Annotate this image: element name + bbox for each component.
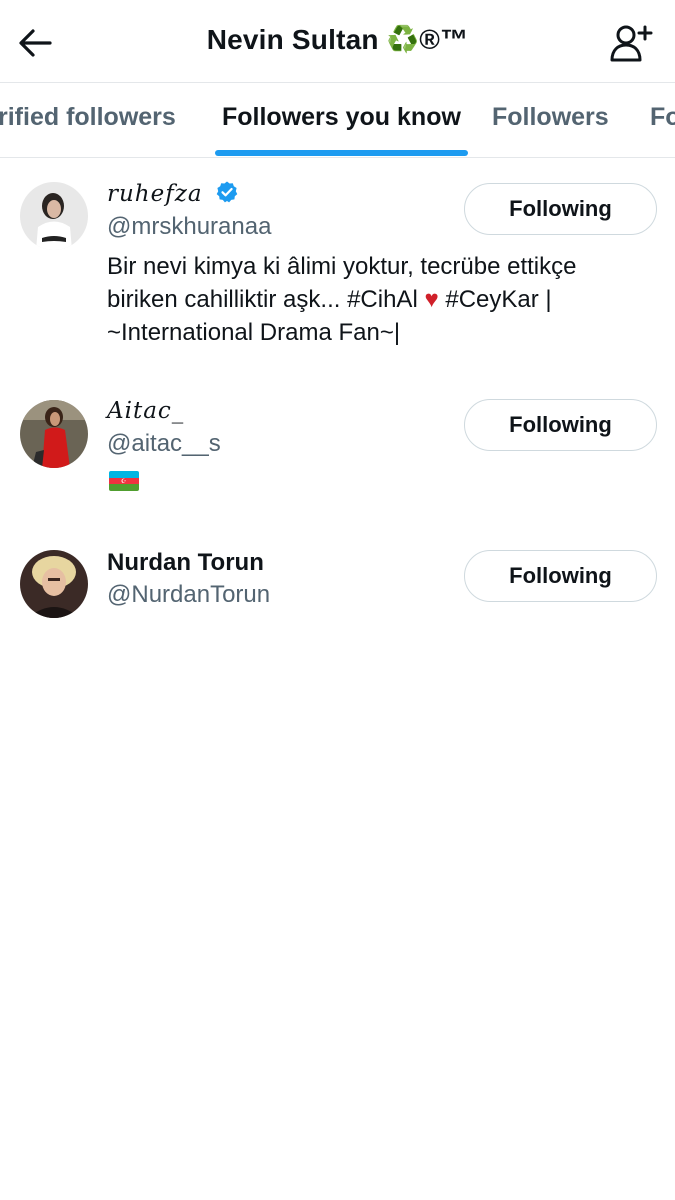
tab-followers-you-know[interactable]: Followers you know <box>222 103 461 132</box>
tab-followers[interactable]: Followers <box>492 103 609 132</box>
user-name[interactable]: Nurdan Torun <box>107 549 264 577</box>
add-user-button[interactable] <box>607 20 655 66</box>
title-suffix: ®™ <box>419 24 469 55</box>
bio-text: biriken cahilliktir aşk... #CihAl <box>107 286 425 313</box>
user-row-2[interactable]: 𝐴𝑖𝑡𝑎𝑐_ @aitac__s ☪ Following <box>0 378 675 518</box>
user-handle[interactable]: @aitac__s <box>107 430 221 458</box>
tab-verified-followers[interactable]: rified followers <box>0 103 176 132</box>
red-heart-icon: ♥ <box>424 286 439 313</box>
user-row-1[interactable]: 𝑟𝑢ℎ𝑒𝑓𝑧𝑎 @mrskhuranaa Bir nevi kimya ki â… <box>0 158 675 378</box>
bio-line: ~International Drama Fan~| <box>107 319 401 346</box>
following-button[interactable]: Following <box>464 399 657 451</box>
page-title: Nevin Sultan ♻️®™ <box>0 24 675 56</box>
tab-following[interactable]: Fo <box>650 103 675 132</box>
user-name-text: 𝑟𝑢ℎ𝑒𝑓𝑧𝑎 <box>107 181 203 207</box>
following-button[interactable]: Following <box>464 183 657 235</box>
avatar[interactable] <box>20 182 88 250</box>
user-handle[interactable]: @NurdanTorun <box>107 581 270 609</box>
tab-bar: rified followers Followers you know Foll… <box>0 83 675 158</box>
user-name[interactable]: 𝐴𝑖𝑡𝑎𝑐_ <box>107 398 184 424</box>
following-button[interactable]: Following <box>464 550 657 602</box>
recycle-emoji-icon: ♻️ <box>386 25 420 55</box>
avatar[interactable] <box>20 550 88 618</box>
active-tab-indicator <box>215 150 468 156</box>
user-name[interactable]: 𝑟𝑢ℎ𝑒𝑓𝑧𝑎 <box>107 180 239 207</box>
user-bio: Bir nevi kimya ki âlimi yoktur, tecrübe … <box>107 250 637 349</box>
bio-line: biriken cahilliktir aşk... #CihAl ♥ #Cey… <box>107 283 637 316</box>
bio-text: #CeyKar | <box>438 286 552 313</box>
azerbaijan-flag-icon: ☪ <box>109 471 139 491</box>
top-bar: Nevin Sultan ♻️®™ <box>0 0 675 83</box>
bio-line: Bir nevi kimya ki âlimi yoktur, tecrübe … <box>107 253 577 280</box>
verified-badge-icon <box>216 181 238 203</box>
user-handle[interactable]: @mrskhuranaa <box>107 213 271 241</box>
add-user-icon <box>610 25 653 62</box>
user-row-3[interactable]: Nurdan Torun @NurdanTorun Following <box>0 528 675 638</box>
title-text: Nevin Sultan <box>206 24 379 55</box>
avatar[interactable] <box>20 400 88 468</box>
